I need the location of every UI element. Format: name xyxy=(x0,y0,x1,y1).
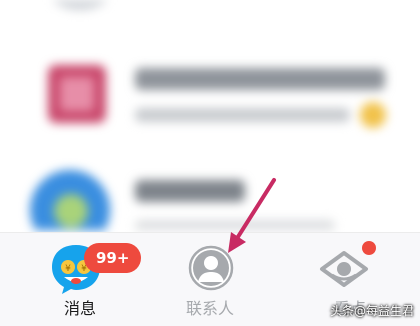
list-item[interactable] xyxy=(0,165,420,230)
avatar xyxy=(48,65,106,123)
tab-label: 消息 xyxy=(63,299,96,318)
tab-messages[interactable]: ¥ ¥ 99+ 消息 xyxy=(30,233,142,326)
contacts-person-icon xyxy=(188,245,234,291)
list-item-preview xyxy=(135,108,350,122)
unread-count-badge: 99+ xyxy=(84,243,142,273)
list-item-preview xyxy=(135,220,335,230)
list-item[interactable] xyxy=(0,0,420,20)
svg-text:¥: ¥ xyxy=(65,264,71,274)
conversation-list-blurred xyxy=(0,0,420,230)
list-item[interactable] xyxy=(0,40,420,150)
list-item-title xyxy=(135,180,245,202)
list-item-title xyxy=(135,68,385,90)
watermark: 头条@每益生君 xyxy=(329,304,414,318)
notification-dot xyxy=(362,241,376,255)
status-badge xyxy=(360,102,386,128)
avatar xyxy=(45,0,115,10)
tab-contacts[interactable]: 联系人 xyxy=(160,233,260,326)
tab-label: 联系人 xyxy=(185,299,234,318)
avatar xyxy=(30,170,110,230)
